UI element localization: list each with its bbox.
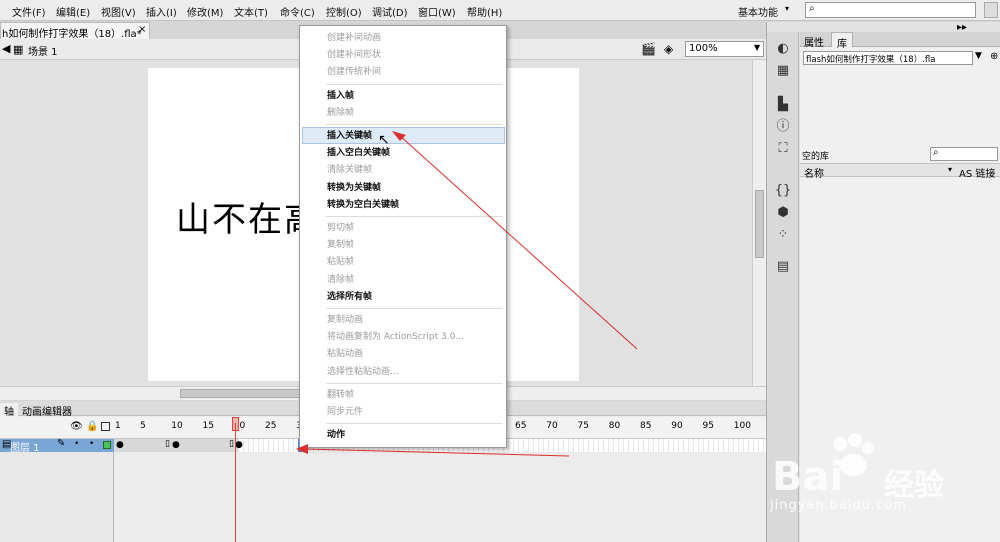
annotation-arrow-line — [303, 448, 570, 457]
watermark-url: jingyan.baidu.com — [770, 498, 907, 513]
annotation-arrowhead — [296, 444, 308, 454]
baidu-watermark: Bai 经验 jingyan.baidu.com — [768, 432, 1000, 542]
watermark-brand: Bai — [772, 454, 844, 500]
annotation-arrow-line — [398, 134, 638, 350]
